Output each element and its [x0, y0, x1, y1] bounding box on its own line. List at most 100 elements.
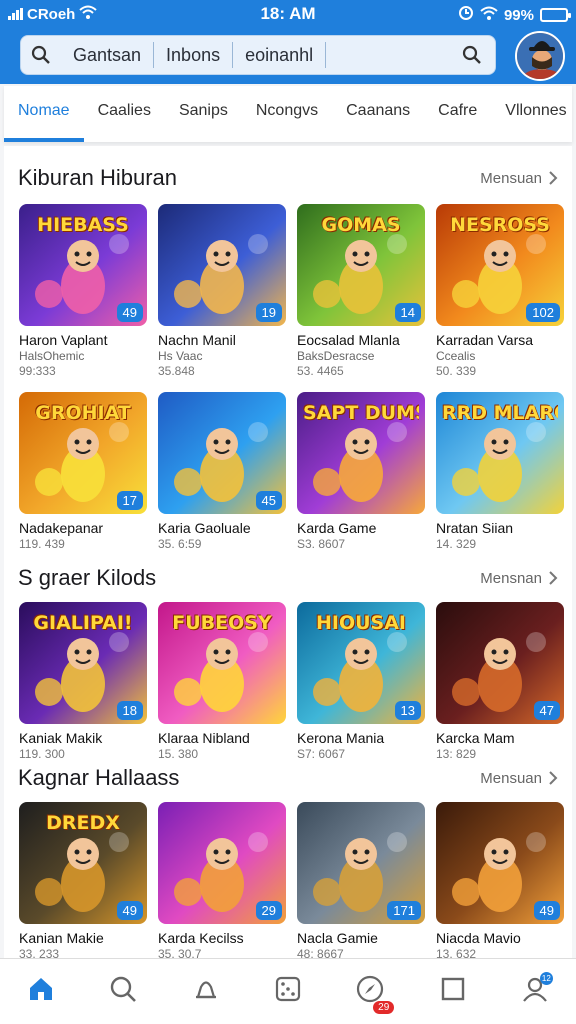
rating-badge: 49	[533, 901, 560, 920]
play-count: 50. 339	[436, 364, 477, 378]
game-title-art: RRD MLAROS	[442, 402, 558, 424]
rating-badge: 14	[394, 303, 421, 322]
game-card[interactable]: HIOUSAI 13 Kerona Mania S7: 6067	[297, 602, 425, 761]
game-thumbnail[interactable]: DREDX 49	[19, 802, 147, 924]
game-card[interactable]: RRD MLAROS Nratan Siian14. 329	[436, 392, 564, 551]
rating-badge: 13	[394, 701, 421, 720]
alarm-icon	[458, 5, 474, 25]
game-title-art: DREDX	[46, 812, 120, 834]
tab-4[interactable]: Ncongvs	[242, 86, 332, 142]
see-more-link[interactable]: Mensnan	[480, 570, 558, 587]
game-thumbnail[interactable]: RRD MLAROS	[436, 392, 564, 514]
game-name: Klaraa Nibland	[158, 730, 250, 746]
search-bar[interactable]: Gantsan Inbons eoinanhl	[20, 35, 496, 75]
avatar[interactable]	[515, 31, 565, 81]
rating-badge: 49	[116, 901, 143, 920]
section-header: Kagnar Hallaass Mensuan	[18, 762, 558, 794]
search-submit-icon[interactable]	[449, 45, 495, 65]
game-thumbnail[interactable]: NESROSS 102	[436, 204, 564, 326]
nav-notifications[interactable]	[178, 964, 234, 1020]
tab-5[interactable]: Caanans	[332, 86, 424, 142]
game-name: Karia Gaoluale	[158, 520, 251, 536]
search-segment-1[interactable]: Gantsan	[61, 42, 155, 68]
rating-badge: 19	[255, 303, 282, 322]
play-count: 15. 380	[158, 747, 199, 761]
nav-profile[interactable]: 12	[507, 964, 563, 1020]
search-segment-3[interactable]: eoinanhl	[233, 42, 327, 68]
battery-icon	[540, 8, 571, 22]
see-more-link[interactable]: Mensuan	[480, 170, 558, 187]
game-card[interactable]: GIALIPAI! 18 Kaniak Makik 119. 300	[19, 602, 147, 761]
game-card[interactable]: 29 Karda Kecilss 35. 30.7	[158, 802, 286, 961]
game-name: Nacla Gamie	[297, 930, 378, 946]
explore-badge: 29	[373, 1000, 395, 1014]
rating-badge: 17	[116, 491, 143, 510]
game-card[interactable]: HIEBASS 49 Haron Vaplant HalsOhemic 99:333	[19, 204, 147, 378]
game-thumbnail[interactable]: 47	[436, 602, 564, 724]
game-card[interactable]: DREDX 49 Kanian Makie 33. 233	[19, 802, 147, 961]
game-thumbnail[interactable]: SAPT DUMSAES	[297, 392, 425, 514]
game-card[interactable]: 171 Nacla Gamie 48: 8667	[297, 802, 425, 961]
game-thumbnail[interactable]: GOMAS 14	[297, 204, 425, 326]
see-more-link[interactable]: Mensuan	[480, 770, 558, 787]
game-card[interactable]: 49 Niacda Mavio 13. 632	[436, 802, 564, 961]
section-header: S graer Kilods Mensnan	[18, 562, 558, 594]
game-card[interactable]: 47 Karcka Mam 13: 829	[436, 602, 564, 761]
nav-home[interactable]	[13, 964, 69, 1020]
section-title: Kiburan Hiburan	[18, 165, 177, 190]
play-count: 119. 439	[19, 537, 65, 551]
section-header: Kiburan Hiburan Mensuan	[18, 162, 558, 194]
see-more-label: Mensuan	[480, 169, 542, 187]
game-thumbnail[interactable]: HIOUSAI 13	[297, 602, 425, 724]
game-card[interactable]: SAPT DUMSAES Karda GameS3. 8607	[297, 392, 425, 551]
nav-search[interactable]	[95, 964, 151, 1020]
chevron-right-icon	[549, 171, 558, 185]
game-title-art: HIOUSAI	[315, 612, 406, 634]
game-card[interactable]: GOMAS 14 Eocsalad Mlanla BaksDesracse 53. 44…	[297, 204, 425, 378]
see-more-label: Mensuan	[480, 769, 542, 787]
game-subtitle: BaksDesracse	[297, 349, 375, 363]
game-card[interactable]: 19 Nachn Manil Hs Vaac 35.848	[158, 204, 286, 378]
game-card[interactable]: NESROSS 102 Karradan Varsa Ccealis 50. 339	[436, 204, 564, 378]
game-name: Karcka Mam	[436, 730, 515, 746]
game-card[interactable]: 45 Karia Gaoluale 35. 6:59	[158, 392, 286, 551]
nav-explore[interactable]: 29	[342, 964, 398, 1020]
tab-home[interactable]: Nomae	[4, 86, 84, 142]
game-card[interactable]: GROHIAT 17 Nadakepanar 119. 439	[19, 392, 147, 551]
search-segment-2[interactable]: Inbons	[154, 42, 234, 68]
game-thumbnail[interactable]: 171	[297, 802, 425, 924]
tab-3[interactable]: Sanips	[165, 86, 242, 142]
play-count: 53. 4465	[297, 364, 344, 378]
game-thumbnail[interactable]: 45	[158, 392, 286, 514]
rating-badge: 29	[255, 901, 282, 920]
tab-7[interactable]: Vllonnes	[491, 86, 576, 142]
see-more-label: Mensnan	[480, 569, 542, 587]
game-thumbnail[interactable]: 19	[158, 204, 286, 326]
game-thumbnail[interactable]: 29	[158, 802, 286, 924]
game-thumbnail[interactable]: HIEBASS 49	[19, 204, 147, 326]
game-name: Nadakepanar	[19, 520, 104, 536]
game-row: HIEBASS 49 Haron Vaplant HalsOhemic 99:333 19…	[19, 204, 564, 378]
bell-icon	[192, 975, 220, 1008]
nav-games[interactable]	[260, 964, 316, 1020]
play-count: 35.848	[158, 364, 195, 378]
tab-6[interactable]: Cafre	[424, 86, 491, 142]
game-title-art: FUBEOSY	[172, 612, 272, 634]
rating-badge: 47	[533, 701, 560, 720]
tab-2[interactable]: Caalies	[84, 86, 165, 142]
section-title: Kagnar Hallaass	[18, 765, 180, 790]
app-header: CRoeh 18: AM 99% Gantsan Inbons eoinanhl	[0, 0, 576, 84]
game-subtitle: HalsOhemic	[19, 349, 85, 363]
nav-library[interactable]	[425, 964, 481, 1020]
rating-badge: 171	[387, 901, 421, 920]
game-thumbnail[interactable]: GROHIAT 17	[19, 392, 147, 514]
game-thumbnail[interactable]: FUBEOSY	[158, 602, 286, 724]
game-title-art: SAPT DUMSAES	[303, 402, 419, 424]
game-card[interactable]: FUBEOSY Klaraa Nibland 15. 380	[158, 602, 286, 761]
game-thumbnail[interactable]: GIALIPAI! 18	[19, 602, 147, 724]
game-row: DREDX 49 Kanian Makie 33. 233 29 Karda Kecils…	[19, 802, 564, 961]
rating-badge: 45	[255, 491, 282, 510]
search-icon[interactable]	[21, 45, 61, 65]
game-thumbnail[interactable]: 49	[436, 802, 564, 924]
game-name: Eocsalad Mlanla	[297, 332, 400, 348]
